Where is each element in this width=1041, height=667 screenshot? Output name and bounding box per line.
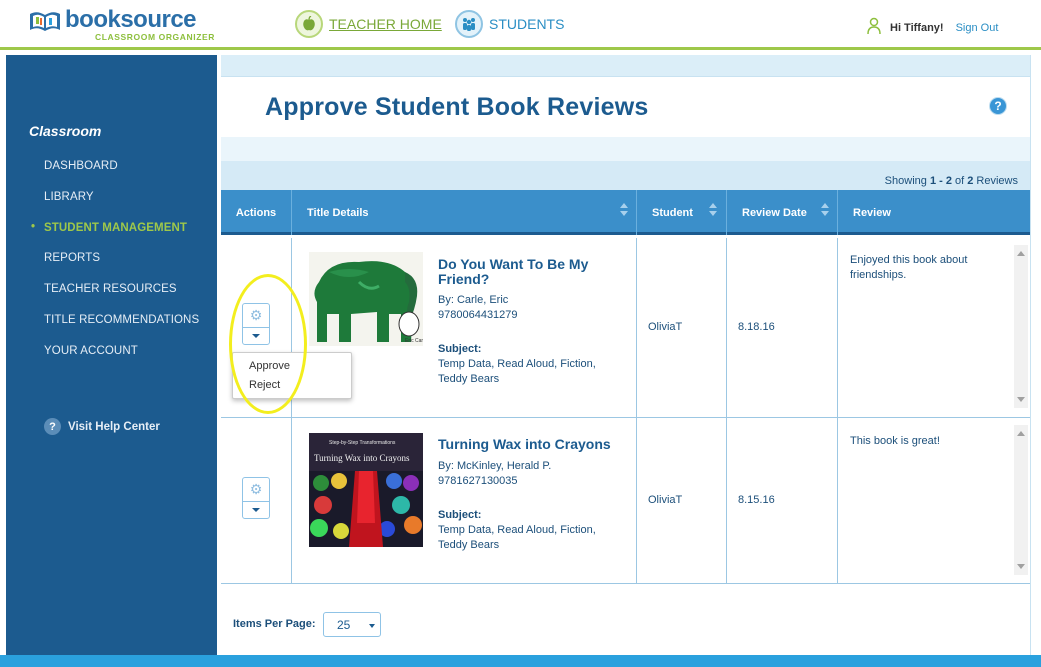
help-icon: ? xyxy=(44,418,61,435)
content-border xyxy=(1030,55,1031,655)
logo-wordmark: booksource xyxy=(65,6,197,33)
results-count-bar: Showing 1 - 2 of 2 Reviews xyxy=(221,161,1030,190)
table-header: Actions Title Details Student Review Dat… xyxy=(221,190,1030,235)
scroll-down-icon xyxy=(1017,397,1025,402)
nav-teacher-home[interactable]: TEACHER HOME xyxy=(295,10,442,38)
scroll-up-icon xyxy=(1017,431,1025,436)
scroll-down-icon xyxy=(1017,564,1025,569)
app-header: booksource CLASSROOM ORGANIZER TEACHER H… xyxy=(0,0,1041,50)
svg-text:Eric Carle: Eric Carle xyxy=(405,338,423,344)
greeting-text: Hi Tiffany! xyxy=(890,21,944,34)
nav-students[interactable]: STUDENTS xyxy=(455,10,564,38)
table-row: ⚙ Step-by-Step Transformations Turning W… xyxy=(221,418,1030,584)
sidebar-item-teacher-resources[interactable]: TEACHER RESOURCES xyxy=(44,283,177,295)
nav-students-label: STUDENTS xyxy=(489,16,565,32)
book-subject-label: Subject: xyxy=(438,509,482,521)
col-review: Review xyxy=(853,206,891,219)
sidebar-item-library[interactable]: LIBRARY xyxy=(44,191,94,203)
open-book-icon xyxy=(28,8,62,34)
content-band xyxy=(221,137,1030,161)
sidebar-item-your-account[interactable]: YOUR ACCOUNT xyxy=(44,345,138,357)
booksource-logo[interactable]: booksource CLASSROOM ORGANIZER xyxy=(28,8,215,42)
student-name: OliviaT xyxy=(648,321,683,333)
book-subjects: Temp Data, Read Aloud, Fiction, Teddy Bea… xyxy=(438,358,596,385)
nav-teacher-home-label: TEACHER HOME xyxy=(329,16,442,32)
book-cover-image[interactable]: Eric Carle xyxy=(309,252,427,366)
cover-series-text: Step-by-Step Transformations xyxy=(329,440,396,446)
students-icon xyxy=(455,10,483,38)
student-name: OliviaT xyxy=(648,494,683,506)
col-review-date[interactable]: Review Date xyxy=(727,190,838,235)
row-action-button[interactable]: ⚙ xyxy=(242,477,270,519)
review-text: This book is great! xyxy=(850,435,940,447)
sidebar-item-reports[interactable]: REPORTS xyxy=(44,252,100,264)
help-link-label: Visit Help Center xyxy=(68,420,160,433)
book-subject-label: Subject: xyxy=(438,343,482,355)
review-scrollbar[interactable] xyxy=(1014,425,1028,575)
sidebar-item-dashboard[interactable]: DASHBOARD xyxy=(44,160,118,172)
content-top-band xyxy=(221,55,1030,77)
page-title: Approve Student Book Reviews xyxy=(265,93,649,121)
sidebar: Classroom DASHBOARD LIBRARY STUDENT MANA… xyxy=(6,55,217,655)
chevron-down-icon xyxy=(252,508,260,512)
book-title[interactable]: Do You Want To Be My Friend? xyxy=(438,257,618,287)
review-text: Enjoyed this book about friendships. xyxy=(850,254,968,281)
col-student[interactable]: Student xyxy=(637,190,727,235)
sign-out-link[interactable]: Sign Out xyxy=(956,22,999,34)
sidebar-item-student-management[interactable]: STUDENT MANAGEMENT xyxy=(31,221,187,234)
items-per-page-select[interactable]: 25 xyxy=(323,612,381,637)
review-date: 8.18.16 xyxy=(738,321,775,333)
gear-icon: ⚙ xyxy=(243,478,269,502)
review-scrollbar[interactable] xyxy=(1014,245,1028,408)
results-count: Showing 1 - 2 of 2 Reviews xyxy=(884,175,1018,187)
chevron-down-icon xyxy=(369,624,375,628)
user-icon xyxy=(866,17,882,38)
book-author: By: McKinley, Herald P. xyxy=(438,460,552,472)
highlight-annotation xyxy=(229,274,307,414)
scroll-up-icon xyxy=(1017,251,1025,256)
book-isbn: 9780064431279 xyxy=(438,309,518,321)
user-greeting: Hi Tiffany! Sign Out xyxy=(866,17,998,38)
logo-tagline: CLASSROOM ORGANIZER xyxy=(95,32,216,42)
book-title[interactable]: Turning Wax into Crayons xyxy=(438,437,618,452)
items-per-page-label: Items Per Page: xyxy=(233,618,316,630)
sidebar-heading: Classroom xyxy=(29,123,102,139)
book-subjects: Temp Data, Read Aloud, Fiction, Teddy Bea… xyxy=(438,524,596,551)
items-per-page-value: 25 xyxy=(337,618,351,632)
footer-bar xyxy=(0,655,1041,667)
review-date: 8.15.16 xyxy=(738,494,775,506)
page-help-icon[interactable]: ? xyxy=(989,97,1007,115)
apple-icon xyxy=(295,10,323,38)
col-title-details[interactable]: Title Details xyxy=(292,190,637,235)
sidebar-item-title-recommendations[interactable]: TITLE RECOMMENDATIONS xyxy=(44,314,199,326)
col-actions: Actions xyxy=(221,190,292,235)
visit-help-center-link[interactable]: ? Visit Help Center xyxy=(44,418,160,435)
book-cover-image[interactable]: Step-by-Step Transformations Turning Wax… xyxy=(309,433,423,547)
cover-title-text: Turning Wax into Crayons xyxy=(314,453,410,463)
book-isbn: 9781627130035 xyxy=(438,475,518,487)
book-author: By: Carle, Eric xyxy=(438,294,509,306)
